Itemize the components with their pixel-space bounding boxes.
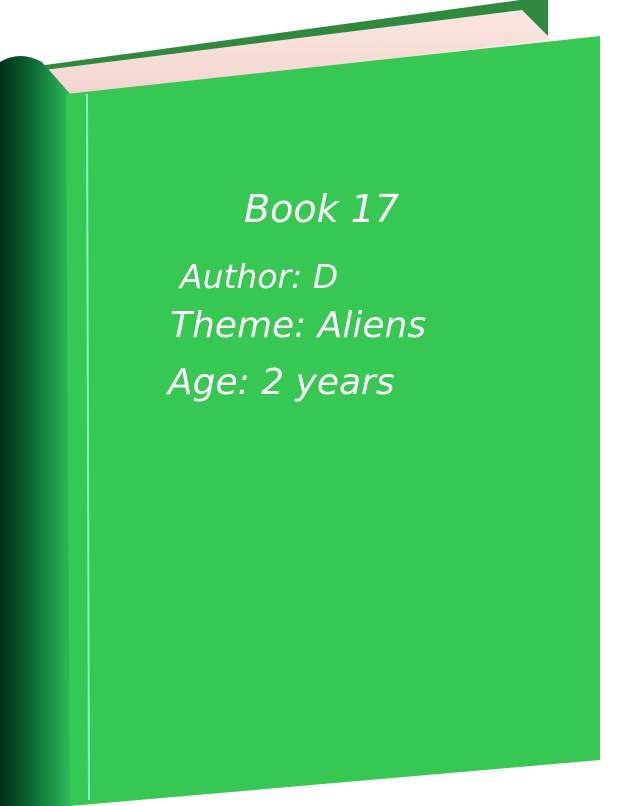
book-title: Book 17 [244,187,400,231]
book-spine [0,56,72,806]
book-author: Author: D [180,257,339,296]
front-cover [66,36,600,806]
book-illustration: Book 17 Author: D Theme: Aliens Age: 2 y… [0,0,618,806]
book-theme: Theme: Aliens [170,305,427,346]
book-graphic [0,0,600,806]
book-age: Age: 2 years [168,362,395,403]
